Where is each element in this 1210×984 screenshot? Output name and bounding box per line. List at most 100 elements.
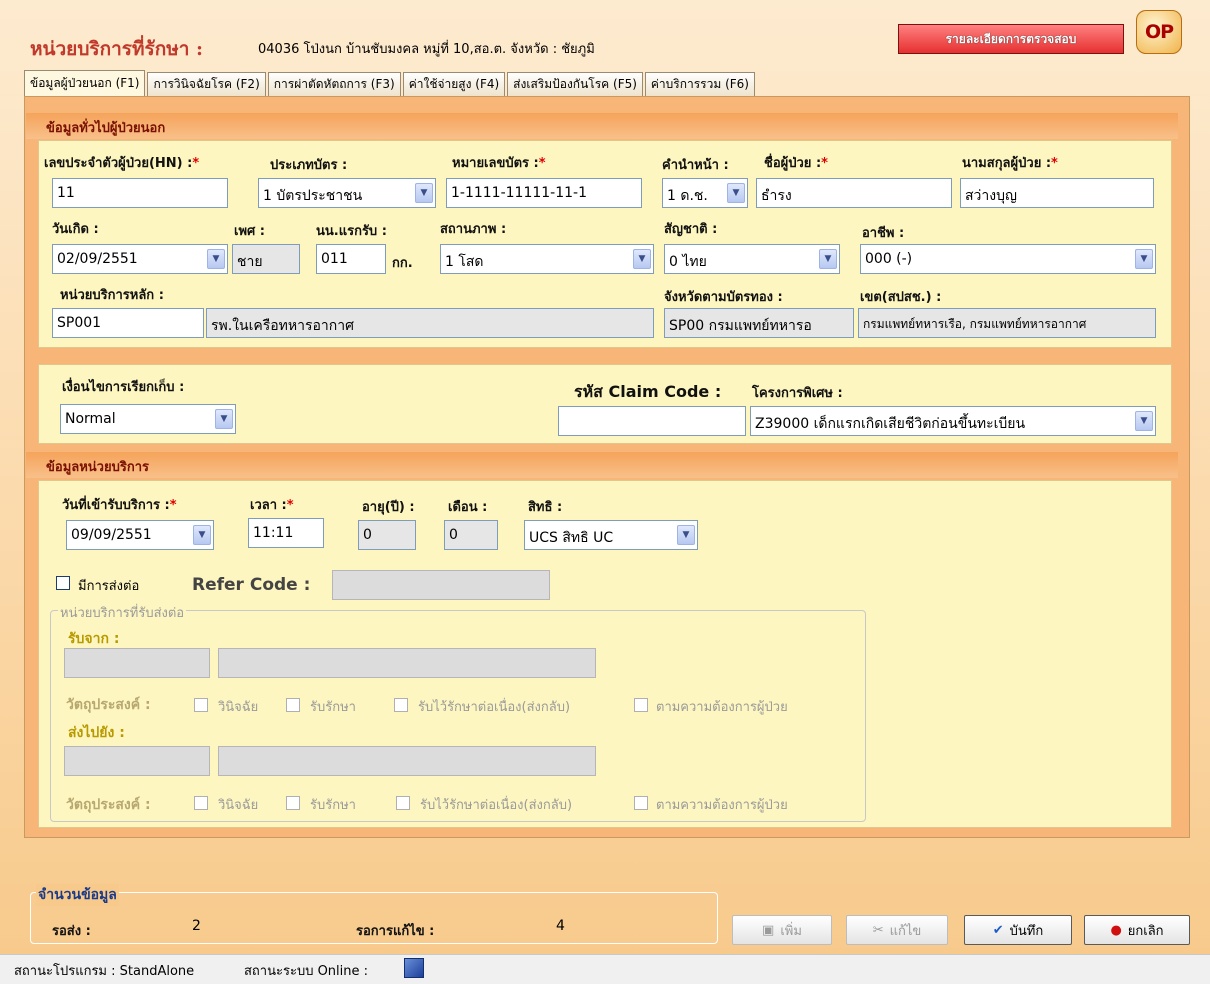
from-purpose-diagnose-checkbox[interactable] — [194, 698, 208, 712]
prefix-value: 1 ด.ช. — [667, 188, 708, 204]
add-button[interactable]: ▣ เพิ่ม — [732, 915, 832, 945]
month-field: 0 — [444, 520, 498, 550]
province-label: จังหวัดตามบัตรทอง : — [664, 290, 783, 305]
cancel-button-label: ยกเลิก — [1127, 923, 1164, 939]
network-icon — [404, 958, 424, 978]
inspection-detail-button[interactable]: รายละเอียดการตรวจสอบ — [898, 24, 1124, 54]
scissors-icon: ✂ — [872, 922, 884, 938]
claim-code-label: รหัส Claim Code : — [574, 382, 722, 401]
occupation-select[interactable]: 000 (-) ▼ — [860, 244, 1156, 274]
refer-to-code[interactable] — [64, 746, 210, 776]
to-purpose-continue-checkbox[interactable] — [396, 796, 410, 810]
dob-label: วันเกิด : — [52, 222, 99, 237]
tab-outpatient[interactable]: ข้อมูลผู้ป่วยนอก (F1) — [24, 70, 146, 96]
lname-input[interactable]: สว่างบุญ — [960, 178, 1154, 208]
month-label: เดือน : — [448, 500, 488, 515]
chevron-down-icon: ▼ — [633, 249, 651, 269]
sex-field: ชาย — [232, 244, 300, 274]
refer-to-purpose-label: วัตถุประสงค์ : — [66, 797, 151, 813]
mainunit-code-input[interactable]: SP001 — [52, 308, 204, 338]
dob-value: 02/09/2551 — [57, 251, 138, 267]
prefix-select[interactable]: 1 ด.ช. ▼ — [662, 178, 748, 208]
refer-code-input[interactable] — [332, 570, 550, 600]
prefix-label: คำนำหน้า : — [662, 158, 729, 173]
mainunit-label: หน่วยบริการหลัก : — [60, 288, 164, 303]
refer-from-name[interactable] — [218, 648, 596, 678]
zone-label: เขต(สปสช.) : — [860, 290, 942, 305]
occupation-value: 000 (-) — [865, 251, 913, 267]
general-section-title: ข้อมูลทั่วไปผู้ป่วยนอก — [26, 113, 1178, 139]
fix-value: 4 — [556, 918, 565, 934]
chevron-down-icon: ▼ — [415, 183, 433, 203]
chevron-down-icon: ▼ — [677, 525, 695, 545]
op-logo: OP — [1136, 10, 1182, 54]
dob-select[interactable]: 02/09/2551 ▼ — [52, 244, 228, 274]
marital-label: สถานภาพ : — [440, 222, 507, 237]
to-purpose-treat-checkbox[interactable] — [286, 796, 300, 810]
from-purpose-treat-label: รับรักษา — [310, 700, 356, 715]
refer-code-label: Refer Code : — [192, 575, 311, 595]
to-purpose-diagnose-label: วินิจฉัย — [218, 798, 259, 813]
service-time-input[interactable]: 11:11 — [248, 518, 324, 548]
to-purpose-patient-checkbox[interactable] — [634, 796, 648, 810]
weight-unit: กก. — [392, 256, 413, 271]
chevron-down-icon: ▼ — [207, 249, 225, 269]
right-select[interactable]: UCS สิทธิ UC ▼ — [524, 520, 698, 550]
save-icon: ✔ — [992, 922, 1004, 938]
nation-select[interactable]: 0 ไทย ▼ — [664, 244, 840, 274]
project-label: โครงการพิเศษ : — [752, 386, 843, 401]
right-value: UCS สิทธิ UC — [529, 530, 614, 546]
cardno-label: หมายเลขบัตร :* — [452, 156, 546, 171]
service-section-title: ข้อมูลหน่วยบริการ — [26, 452, 1178, 478]
service-date-label: วันที่เข้ารับบริการ :* — [62, 498, 177, 513]
claim-code-input[interactable] — [558, 406, 746, 436]
sex-label: เพศ : — [234, 224, 265, 239]
weight-label: นน.แรกรับ : — [316, 224, 387, 239]
service-unit-value: 04036 โป่งนก บ้านชับมงคล หมู่ที่ 10,สอ.ต… — [258, 42, 595, 57]
project-select[interactable]: Z39000 เด็กแรกเกิดเสียชีวิตก่อนขึ้นทะเบี… — [750, 406, 1156, 436]
cardno-input[interactable]: 1-1111-11111-11-1 — [446, 178, 642, 208]
from-purpose-continue-checkbox[interactable] — [394, 698, 408, 712]
claim-condition-select[interactable]: Normal ▼ — [60, 404, 236, 434]
cardtype-select[interactable]: 1 บัตรประชาชน ▼ — [258, 178, 436, 208]
edit-button-label: แก้ไข — [889, 923, 922, 939]
fname-input[interactable]: ธำรง — [756, 178, 952, 208]
from-purpose-patient-checkbox[interactable] — [634, 698, 648, 712]
age-label: อายุ(ปี) : — [362, 500, 415, 515]
tab-procedure[interactable]: การผ่าตัดหัตถการ (F3) — [267, 72, 401, 96]
save-button-label: บันทึก — [1009, 923, 1044, 939]
refer-from-code[interactable] — [64, 648, 210, 678]
program-status: สถานะโปรแกรม : StandAlone — [14, 964, 195, 979]
marital-select[interactable]: 1 โสด ▼ — [440, 244, 654, 274]
claim-condition-value: Normal — [65, 411, 116, 427]
marital-value: 1 โสด — [445, 254, 484, 270]
from-purpose-treat-checkbox[interactable] — [286, 698, 300, 712]
refer-to-label: ส่งไปยัง : — [68, 725, 125, 741]
cardtype-value: 1 บัตรประชาชน — [263, 188, 363, 204]
right-label: สิทธิ : — [528, 500, 563, 515]
to-purpose-diagnose-checkbox[interactable] — [194, 796, 208, 810]
tab-total-charge[interactable]: ค่าบริการรวม (F6) — [644, 72, 755, 96]
refer-to-name[interactable] — [218, 746, 596, 776]
tab-high-cost[interactable]: ค่าใช้จ่ายสูง (F4) — [402, 72, 506, 96]
chevron-down-icon: ▼ — [193, 525, 211, 545]
hn-input[interactable]: 11 — [52, 178, 228, 208]
cancel-button[interactable]: ● ยกเลิก — [1084, 915, 1190, 945]
service-unit-title: หน่วยบริการที่รักษา : — [30, 38, 204, 60]
refer-checkbox[interactable] — [56, 576, 70, 590]
from-purpose-continue-label: รับไว้รักษาต่อเนื่อง(ส่งกลับ) — [418, 700, 571, 715]
app-window: หน่วยบริการที่รักษา : 04036 โป่งนก บ้านช… — [0, 0, 1210, 984]
weight-input[interactable]: 011 — [316, 244, 386, 274]
edit-button[interactable]: ✂ แก้ไข — [846, 915, 948, 945]
lname-label: นามสกุลผู้ป่วย :* — [962, 156, 1058, 171]
pending-label: รอส่ง : — [52, 924, 91, 939]
save-button[interactable]: ✔ บันทึก — [964, 915, 1072, 945]
tab-prevention[interactable]: ส่งเสริมป้องกันโรค (F5) — [507, 72, 643, 96]
tab-diagnosis[interactable]: การวินิจฉัยโรค (F2) — [147, 72, 266, 96]
refer-checkbox-label: มีการส่งต่อ — [78, 579, 140, 594]
service-time-label: เวลา :* — [250, 498, 294, 513]
tab-bar: ข้อมูลผู้ป่วยนอก (F1) การวินิจฉัยโรค (F2… — [24, 70, 757, 96]
hn-label: เลขประจำตัวผู้ป่วย(HN) :* — [44, 156, 200, 171]
service-date-select[interactable]: 09/09/2551 ▼ — [66, 520, 214, 550]
add-button-label: เพิ่ม — [780, 923, 802, 939]
